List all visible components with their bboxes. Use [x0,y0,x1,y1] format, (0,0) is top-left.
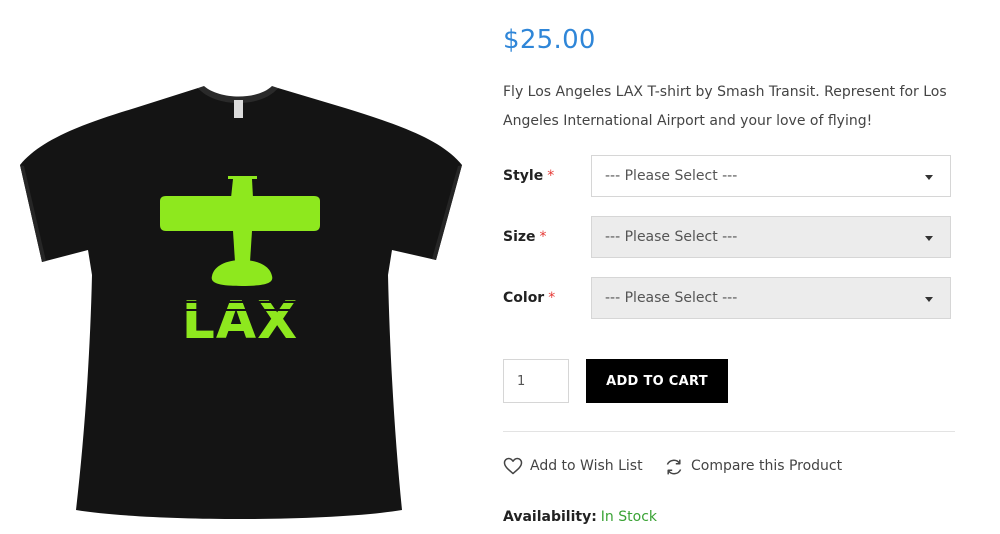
option-color-row: Color * --- Please Select --- [503,277,955,321]
option-size-label: Size * [503,229,547,245]
size-select[interactable]: --- Please Select --- [591,216,951,258]
quantity-input[interactable] [503,359,569,403]
size-select-value: --- Please Select --- [605,229,738,245]
caret-down-icon [925,175,933,180]
option-color-label-text: Color [503,290,545,306]
t-shirt-tag [234,100,243,118]
style-select-value: --- Please Select --- [605,168,738,184]
caret-down-icon [925,236,933,241]
availability-label: Availability: [503,509,597,525]
add-to-cart-button[interactable]: ADD TO CART [586,359,728,403]
refresh-icon [666,459,682,475]
option-style-label-text: Style [503,168,544,184]
style-select[interactable]: --- Please Select --- [591,155,951,197]
lax-print: LAX [182,291,298,351]
wishlist-label: Add to Wish List [530,458,643,474]
option-style-row: Style * --- Please Select --- [503,155,955,199]
availability: Availability: In Stock [503,509,657,525]
product-price: $25.00 [503,25,596,55]
t-shirt-image: LAX [20,86,462,519]
required-mark: * [539,229,547,245]
color-select[interactable]: --- Please Select --- [591,277,951,319]
product-description: Fly Los Angeles LAX T-shirt by Smash Tra… [503,84,947,129]
required-mark: * [547,168,555,184]
product-image: LAX [0,0,480,534]
option-size-row: Size * --- Please Select --- [503,216,955,260]
option-size-label-text: Size [503,229,536,245]
add-to-wishlist-link[interactable]: Add to Wish List [503,456,653,478]
caret-down-icon [925,297,933,302]
option-style-label: Style * [503,168,554,184]
color-select-value: --- Please Select --- [605,290,738,306]
heart-icon [503,457,523,475]
compare-product-link[interactable]: Compare this Product [664,456,854,478]
divider [503,431,955,432]
availability-status: In Stock [600,509,657,525]
required-mark: * [548,290,556,306]
compare-label: Compare this Product [691,458,843,474]
option-color-label: Color * [503,290,555,306]
